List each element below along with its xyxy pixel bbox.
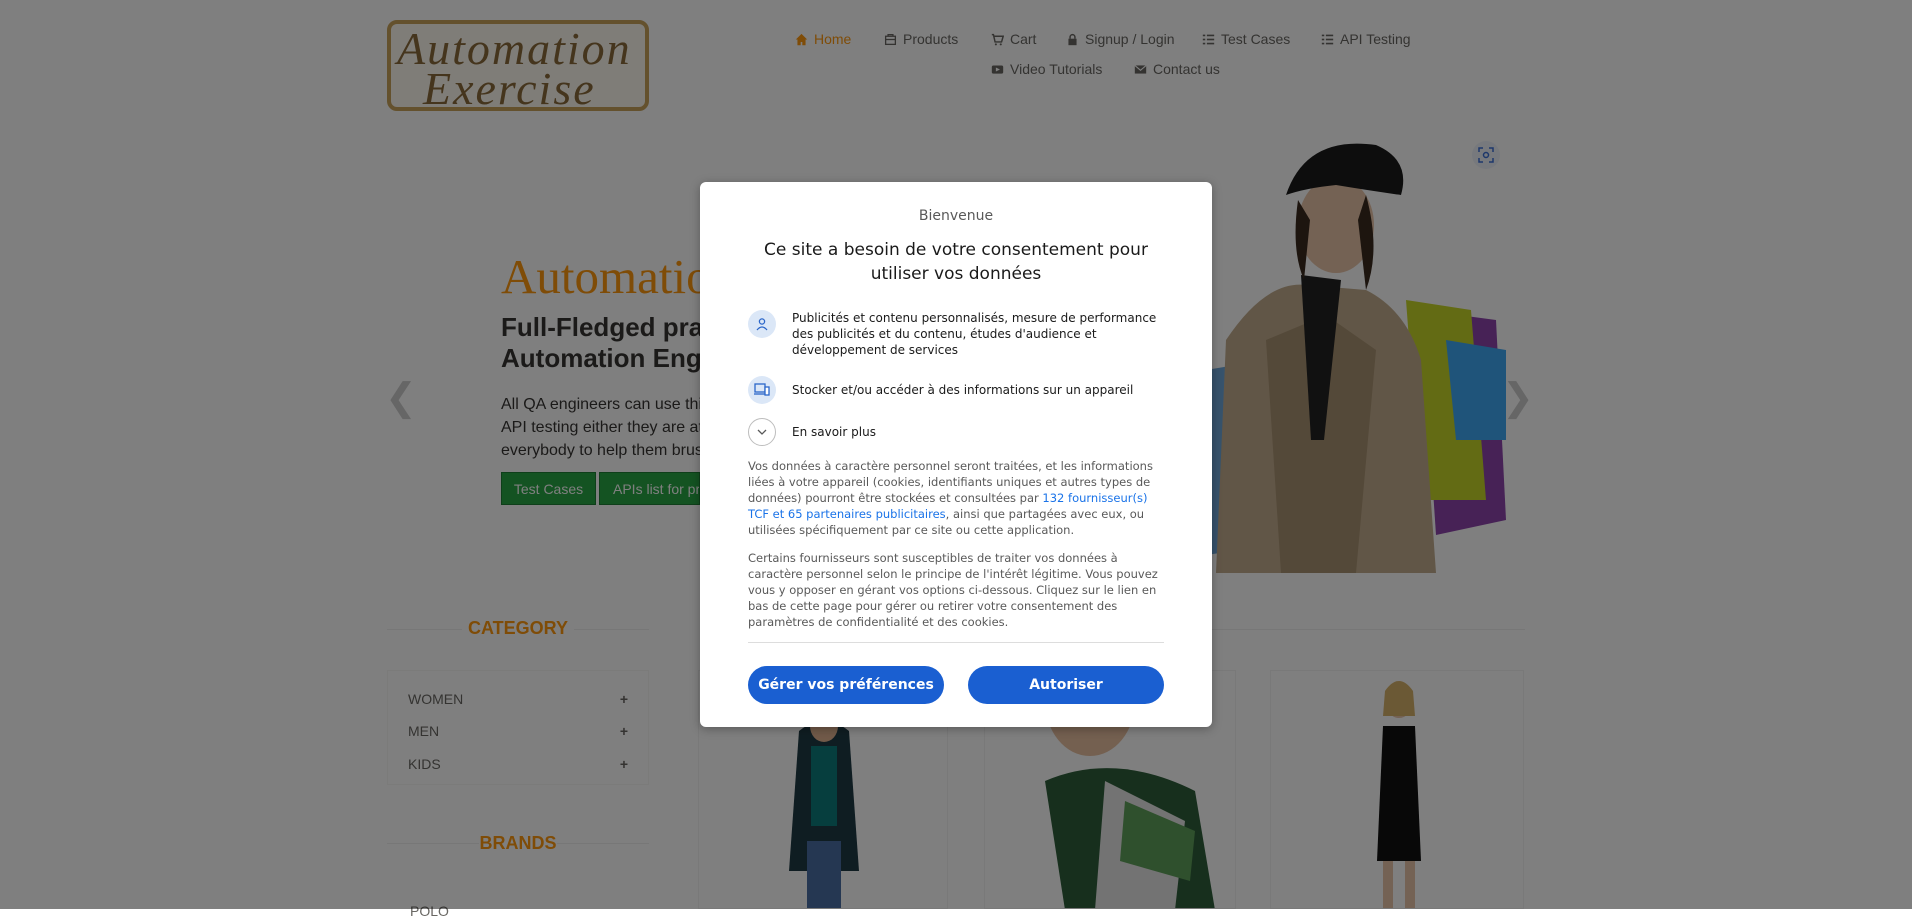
purpose-personalised-ads: Publicités et contenu personnalisés, mes… (748, 310, 1168, 358)
consent-paragraph-2: Certains fournisseurs sont susceptibles … (748, 551, 1158, 629)
consent-welcome: Bienvenue (918, 208, 994, 224)
learn-more-label: En savoir plus (792, 425, 876, 439)
allow-button[interactable]: Autoriser (968, 666, 1164, 704)
divider (748, 642, 1164, 643)
user-icon (748, 310, 776, 338)
consent-title: Ce site a besoin de votre consentement p… (764, 240, 1148, 284)
chevron-down-icon[interactable] (748, 418, 776, 446)
manage-preferences-button[interactable]: Gérer vos préférences (748, 666, 944, 704)
purpose-label: Publicités et contenu personnalisés, mes… (792, 311, 1157, 357)
purpose-device-storage: Stocker et/ou accéder à des informations… (748, 376, 1168, 404)
consent-dialog: Bienvenue Ce site a besoin de votre cons… (700, 182, 1212, 727)
devices-icon (748, 376, 776, 404)
purpose-label: Stocker et/ou accéder à des informations… (792, 383, 1134, 397)
learn-more-toggle[interactable]: En savoir plus (748, 418, 1168, 446)
consent-paragraph-1: Vos données à caractère personnel seront… (748, 458, 1164, 538)
